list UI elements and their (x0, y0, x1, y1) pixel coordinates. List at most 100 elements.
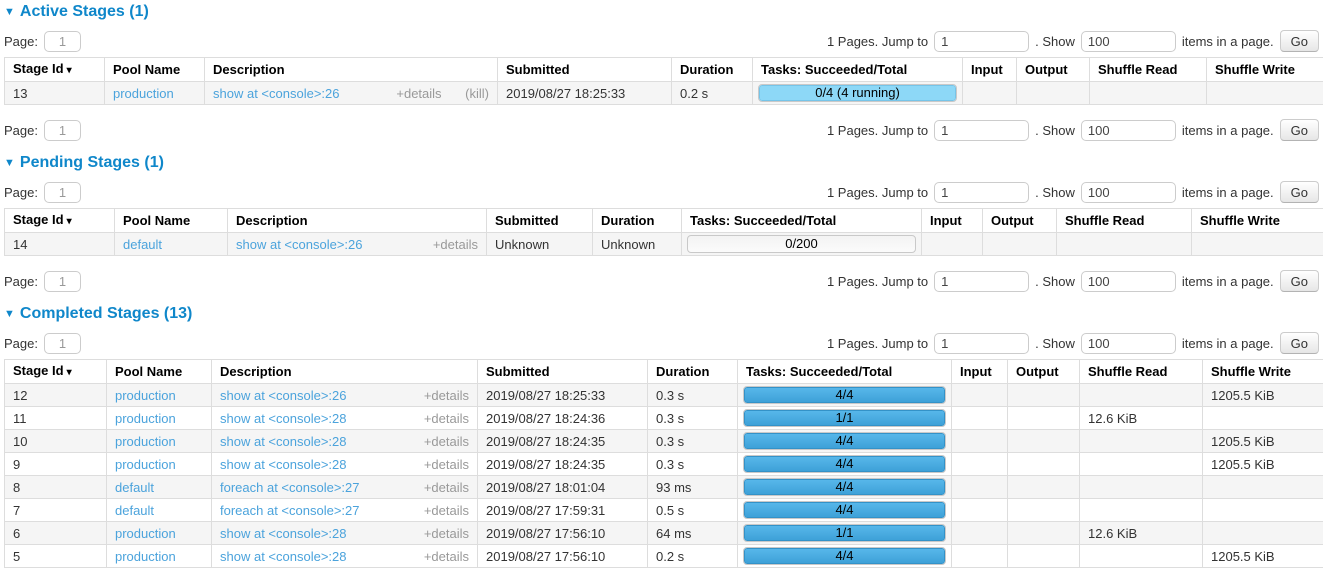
column-header[interactable]: Input (952, 360, 1008, 384)
output-cell (1008, 476, 1080, 499)
details-toggle-link[interactable]: +details (424, 503, 469, 518)
details-toggle-link[interactable]: +details (433, 237, 478, 252)
column-header[interactable]: Shuffle Read (1057, 209, 1192, 233)
page-number-input[interactable] (44, 31, 81, 52)
tasks-progress-bar: 4/4 (743, 432, 946, 450)
column-header[interactable]: Duration (672, 58, 753, 82)
go-button[interactable]: Go (1280, 181, 1319, 203)
column-header[interactable]: Submitted (478, 360, 648, 384)
pool-name-link[interactable]: production (115, 549, 176, 564)
column-header[interactable]: Submitted (498, 58, 672, 82)
pool-name-cell: default (115, 233, 228, 256)
submitted-cell: 2019/08/27 18:24:35 (478, 430, 648, 453)
details-toggle-link[interactable]: +details (424, 434, 469, 449)
details-toggle-link[interactable]: +details (424, 411, 469, 426)
column-header[interactable]: Description (228, 209, 487, 233)
description-link[interactable]: show at <console>:26 (220, 389, 346, 402)
go-button[interactable]: Go (1280, 119, 1319, 141)
column-header[interactable]: Pool Name (107, 360, 212, 384)
page-number-input[interactable] (44, 333, 81, 354)
stage-id-cell: 8 (5, 476, 107, 499)
column-header[interactable]: Stage Id▾ (5, 58, 105, 82)
jump-to-page-input[interactable] (934, 182, 1029, 203)
column-header[interactable]: Output (983, 209, 1057, 233)
details-toggle-link[interactable]: +details (424, 526, 469, 541)
column-header[interactable]: Pool Name (105, 58, 205, 82)
column-header[interactable]: Duration (648, 360, 738, 384)
page-number-input[interactable] (44, 120, 81, 141)
jump-to-page-input[interactable] (934, 31, 1029, 52)
column-header[interactable]: Shuffle Write (1207, 58, 1323, 82)
column-header[interactable]: Tasks: Succeeded/Total (682, 209, 922, 233)
column-header[interactable]: Tasks: Succeeded/Total (738, 360, 952, 384)
submitted-cell: 2019/08/27 17:56:10 (478, 545, 648, 568)
section-heading[interactable]: ▼ Active Stages (1) (4, 3, 1319, 21)
pool-name-link[interactable]: default (115, 480, 154, 495)
go-button[interactable]: Go (1280, 30, 1319, 52)
column-header[interactable]: Stage Id▾ (5, 360, 107, 384)
column-header[interactable]: Output (1008, 360, 1080, 384)
pool-name-link[interactable]: production (115, 411, 176, 426)
go-button[interactable]: Go (1280, 270, 1319, 292)
pool-name-link[interactable]: production (115, 388, 176, 403)
table-row: 12 production show at <console>:26 +deta… (5, 384, 1323, 407)
pool-name-link[interactable]: production (115, 457, 176, 472)
tasks-progress-bar: 1/1 (743, 409, 946, 427)
description-link[interactable]: show at <console>:28 (220, 458, 346, 471)
page-number-input[interactable] (44, 182, 81, 203)
items-per-page-input[interactable] (1081, 182, 1176, 203)
tasks-cell: 0/200 (682, 233, 922, 256)
kill-link[interactable]: (kill) (465, 86, 489, 101)
pool-name-link[interactable]: production (115, 434, 176, 449)
details-toggle-link[interactable]: +details (424, 549, 469, 564)
go-button[interactable]: Go (1280, 332, 1319, 354)
description-link[interactable]: show at <console>:28 (220, 435, 346, 448)
column-header[interactable]: Input (963, 58, 1017, 82)
shuffle-write-cell: 1205.5 KiB (1203, 430, 1323, 453)
column-header[interactable]: Submitted (487, 209, 593, 233)
column-header[interactable]: Shuffle Write (1203, 360, 1323, 384)
column-header[interactable]: Duration (593, 209, 682, 233)
tasks-progress-label: 4/4 (744, 456, 945, 472)
jump-to-page-input[interactable] (934, 271, 1029, 292)
pool-name-link[interactable]: production (113, 86, 174, 101)
section-heading[interactable]: ▼ Pending Stages (1) (4, 154, 1319, 172)
details-toggle-link[interactable]: +details (424, 480, 469, 495)
items-per-page-input[interactable] (1081, 271, 1176, 292)
details-toggle-link[interactable]: +details (424, 457, 469, 472)
description-link[interactable]: show at <console>:28 (220, 527, 346, 540)
details-toggle-link[interactable]: +details (396, 86, 441, 101)
details-toggle-link[interactable]: +details (424, 388, 469, 403)
column-header[interactable]: Stage Id▾ (5, 209, 115, 233)
column-header[interactable]: Description (212, 360, 478, 384)
column-header[interactable]: Tasks: Succeeded/Total (753, 58, 963, 82)
description-link[interactable]: show at <console>:26 (236, 238, 362, 251)
pool-name-link[interactable]: default (123, 237, 162, 252)
items-per-page-input[interactable] (1081, 120, 1176, 141)
page-number-input[interactable] (44, 271, 81, 292)
column-header[interactable]: Shuffle Write (1192, 209, 1323, 233)
description-cell: show at <console>:28 +details (212, 453, 478, 476)
description-link[interactable]: show at <console>:28 (220, 412, 346, 425)
description-link[interactable]: foreach at <console>:27 (220, 504, 360, 517)
column-header[interactable]: Shuffle Read (1090, 58, 1207, 82)
show-label: . Show (1035, 34, 1075, 49)
description-link[interactable]: foreach at <console>:27 (220, 481, 360, 494)
description-link[interactable]: show at <console>:26 (213, 87, 339, 100)
column-header[interactable]: Output (1017, 58, 1090, 82)
column-header[interactable]: Input (922, 209, 983, 233)
items-per-page-input[interactable] (1081, 333, 1176, 354)
column-header[interactable]: Description (205, 58, 498, 82)
column-header[interactable]: Pool Name (115, 209, 228, 233)
description-link[interactable]: show at <console>:28 (220, 550, 346, 563)
jump-to-page-input[interactable] (934, 333, 1029, 354)
section-title: Completed Stages (13) (20, 305, 192, 323)
items-per-page-input[interactable] (1081, 31, 1176, 52)
jump-to-page-input[interactable] (934, 120, 1029, 141)
column-header[interactable]: Shuffle Read (1080, 360, 1203, 384)
pool-name-link[interactable]: default (115, 503, 154, 518)
pool-name-link[interactable]: production (115, 526, 176, 541)
stage-id-cell: 14 (5, 233, 115, 256)
section-heading[interactable]: ▼ Completed Stages (13) (4, 305, 1319, 323)
shuffle-read-cell (1080, 476, 1203, 499)
